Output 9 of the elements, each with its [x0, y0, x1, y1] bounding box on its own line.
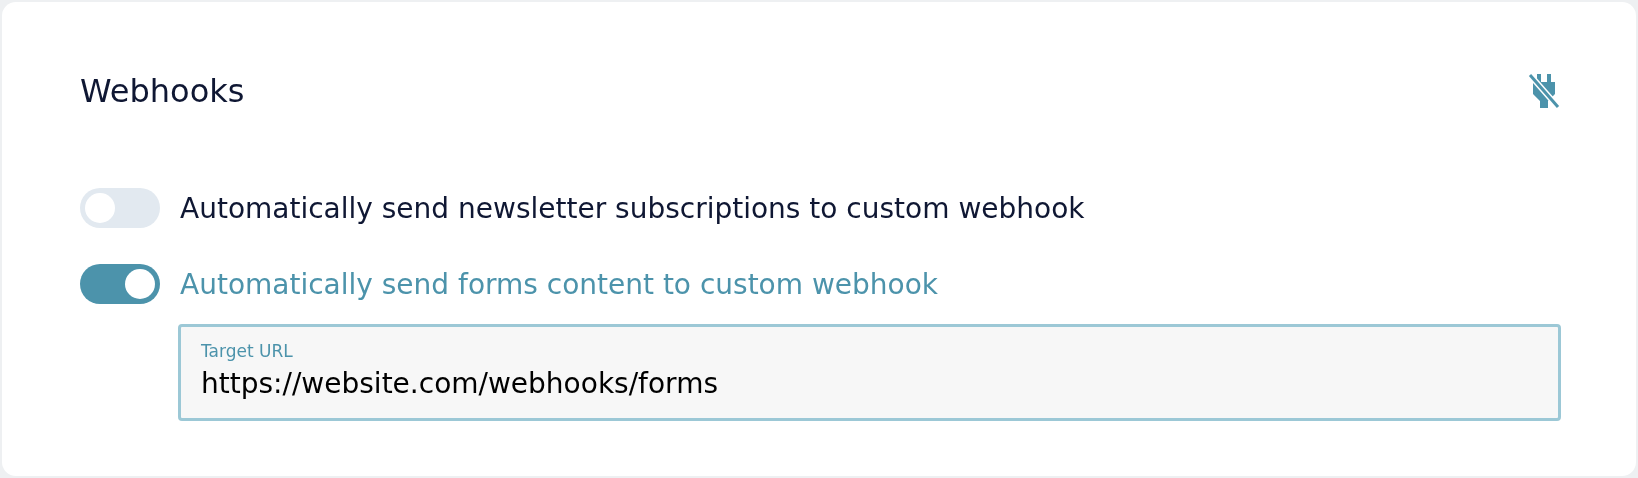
card-title: Webhooks: [80, 72, 245, 110]
toggle-label: Automatically send forms content to custom webhook: [180, 267, 939, 301]
toggle-label: Automatically send newsletter subscriptions to custom webhook: [180, 191, 1085, 225]
plug-off-icon[interactable]: [1527, 72, 1561, 110]
url-field[interactable]: Target URL https://website.com/webhooks/forms: [178, 324, 1561, 421]
url-input[interactable]: https://website.com/webhooks/forms: [201, 367, 1538, 400]
toggle-switch[interactable]: [80, 188, 160, 228]
field-label: Target URL: [201, 341, 294, 361]
toggle-switch[interactable]: [80, 264, 160, 304]
